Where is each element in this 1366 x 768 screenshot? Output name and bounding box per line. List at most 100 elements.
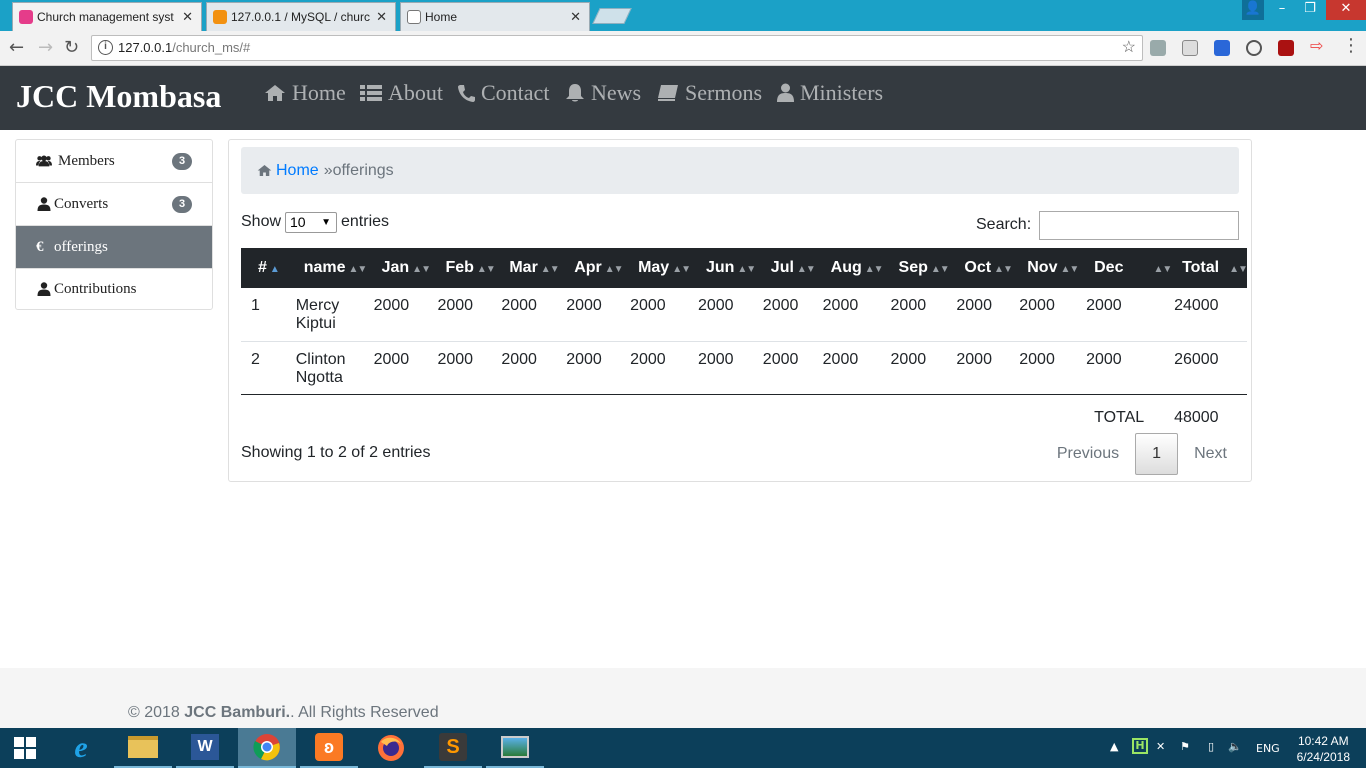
nav-ministers[interactable]: Ministers [777, 80, 883, 106]
profile-icon[interactable]: 👤 [1242, 0, 1264, 20]
chrome-taskbar-button[interactable] [238, 728, 296, 768]
sort-icon: ▲▼ [1229, 264, 1248, 275]
reload-icon[interactable]: ↻ [64, 37, 79, 58]
system-clock[interactable]: 10:42 AM 6/24/2018 [1297, 733, 1350, 765]
column-header[interactable]: Jul ▲▼ [763, 248, 823, 288]
sidebar-item-members[interactable]: Members 3 [16, 140, 212, 183]
table-cell: 2000 [566, 297, 602, 314]
word-taskbar-button[interactable]: W [176, 728, 234, 768]
column-header[interactable]: Feb ▲▼ [437, 248, 501, 288]
column-header[interactable]: Aug ▲▼ [823, 248, 891, 288]
extension-page-icon[interactable] [1182, 40, 1198, 56]
show-hidden-icons-chevron-icon[interactable]: ▲ [1110, 740, 1118, 753]
nav-about-label: About [388, 80, 443, 105]
previous-page-button[interactable]: Previous [1041, 445, 1135, 463]
internet-explorer-taskbar-button[interactable]: e [52, 728, 110, 768]
photos-taskbar-button[interactable] [486, 728, 544, 768]
page-1-button[interactable]: 1 [1135, 433, 1179, 475]
column-header-label: Oct [964, 259, 992, 276]
nav-home[interactable]: Home [264, 80, 346, 106]
column-header[interactable]: Nov ▲▼ [1019, 248, 1086, 288]
sidebar-item-contributions[interactable]: Contributions [16, 269, 212, 309]
breadcrumb-home-link[interactable]: Home [276, 162, 319, 180]
browser-tab-strip: Church management syst ✕ 127.0.0.1 / MyS… [0, 0, 1366, 31]
column-header[interactable]: Total ▲▼ [1174, 248, 1248, 288]
menu-kebab-icon[interactable]: ⋮ [1342, 35, 1360, 56]
column-header[interactable]: Mar ▲▼ [501, 248, 566, 288]
sublime-text-icon: S [439, 733, 467, 761]
brand-title[interactable]: JCC Mombasa [16, 78, 221, 115]
browser-tab-home[interactable]: Home ✕ [400, 2, 590, 31]
language-indicator[interactable]: ENG [1256, 742, 1280, 755]
xampp-taskbar-button[interactable]: ʚ [300, 728, 358, 768]
internet-explorer-icon: e [74, 731, 88, 764]
extension-icon[interactable] [1150, 40, 1166, 56]
info-icon[interactable]: i [98, 40, 113, 55]
address-bar[interactable]: i 127.0.0.1/church_ms/# ☆ [91, 35, 1143, 61]
url-path: /church_ms/# [172, 40, 251, 55]
windows-logo-icon [14, 737, 36, 759]
clock-date: 6/24/2018 [1296, 750, 1350, 764]
table-cell: Mercy Kiptui [295, 297, 340, 332]
search-input[interactable] [1039, 211, 1239, 240]
user-icon [777, 83, 794, 102]
column-header[interactable]: Jun ▲▼ [698, 248, 763, 288]
nav-sermons[interactable]: Sermons [657, 80, 762, 106]
sidebar-item-offerings[interactable]: € offerings [16, 226, 212, 269]
nav-about[interactable]: About [360, 80, 443, 106]
nav-contact[interactable]: Contact [458, 80, 549, 106]
column-header[interactable]: May ▲▼ [630, 248, 698, 288]
nav-news[interactable]: News [565, 80, 641, 106]
clock-time: 10:42 AM [1297, 734, 1349, 748]
sort-icon: ▲▼ [672, 264, 691, 275]
close-tab-icon[interactable]: ✕ [570, 9, 581, 25]
browser-tab-phpmyadmin[interactable]: 127.0.0.1 / MySQL / churc ✕ [206, 2, 396, 31]
minimize-button[interactable]: – [1268, 0, 1296, 20]
volume-icon[interactable]: 🔈 [1228, 740, 1242, 753]
table-cell: 2000 [373, 297, 410, 314]
column-header-label: Jul [770, 259, 794, 276]
restore-button[interactable]: ❐ [1296, 0, 1324, 20]
extension-share-icon[interactable]: ⇨ [1310, 39, 1326, 56]
column-header[interactable]: Jan ▲▼ [374, 248, 438, 288]
column-header[interactable]: Dec ▲▼ [1086, 248, 1174, 288]
browser-tab-church[interactable]: Church management syst ✕ [12, 2, 202, 31]
forward-arrow-icon[interactable]: → [38, 37, 53, 58]
sidebar-item-converts[interactable]: Converts 3 [16, 183, 212, 226]
close-window-button[interactable]: ✕ [1326, 0, 1366, 20]
start-button[interactable] [0, 728, 50, 768]
next-page-button[interactable]: Next [1178, 445, 1243, 463]
copyright-suffix: . All Rights Reserved [290, 704, 439, 721]
column-header-label: Feb [445, 259, 474, 276]
column-header[interactable]: name ▲▼ [296, 248, 374, 288]
close-tab-icon[interactable]: ✕ [376, 9, 387, 25]
table-cell: 2000 [762, 340, 823, 394]
network-icon[interactable]: ✕ [1156, 740, 1165, 753]
chevron-down-icon: ▼ [321, 217, 331, 228]
battery-icon[interactable]: ▯ [1208, 740, 1214, 753]
column-header[interactable]: Apr ▲▼ [566, 248, 630, 288]
page-favicon-icon [407, 10, 421, 24]
new-tab-button[interactable] [592, 8, 632, 24]
extension-graduation-icon[interactable] [1214, 40, 1230, 56]
file-explorer-taskbar-button[interactable] [114, 728, 172, 768]
column-header[interactable]: Sep ▲▼ [891, 248, 957, 288]
table-cell: 2000 [1019, 297, 1055, 314]
pdf-extension-icon[interactable] [1278, 40, 1294, 56]
breadcrumb: Home » offerings [241, 147, 1239, 194]
bookmark-star-icon[interactable]: ☆ [1122, 36, 1136, 60]
table-cell: 2000 [566, 340, 631, 394]
back-arrow-icon[interactable]: ← [9, 37, 24, 58]
close-tab-icon[interactable]: ✕ [182, 9, 193, 25]
column-header[interactable]: Oct ▲▼ [956, 248, 1019, 288]
firefox-taskbar-button[interactable] [362, 728, 420, 768]
extension-eye-icon[interactable] [1246, 40, 1262, 56]
entries-length-select[interactable]: 10 ▼ [285, 212, 337, 233]
sort-icon: ▲▼ [864, 264, 884, 275]
converts-count-badge: 3 [172, 196, 192, 213]
column-header-label: May [638, 259, 670, 276]
column-header[interactable]: # ▲ [241, 248, 296, 288]
sublime-text-taskbar-button[interactable]: S [424, 728, 482, 768]
app-tray-icon[interactable]: H [1132, 738, 1148, 754]
flag-icon[interactable]: ⚑ [1180, 740, 1190, 753]
